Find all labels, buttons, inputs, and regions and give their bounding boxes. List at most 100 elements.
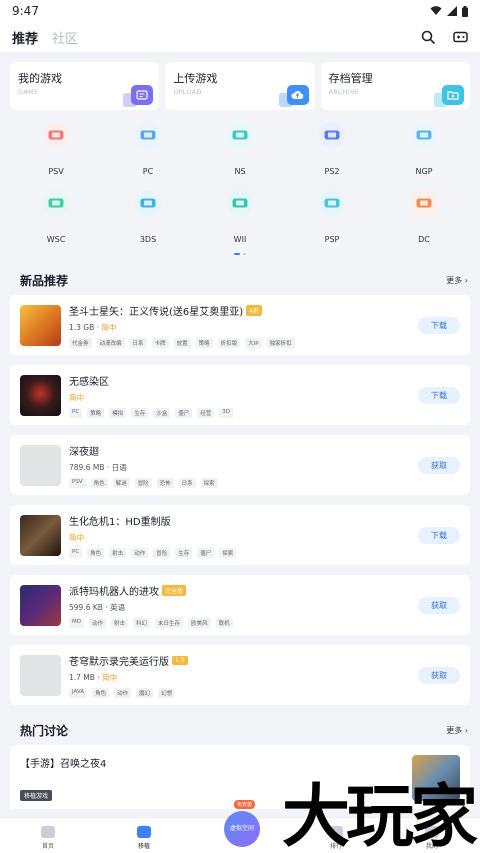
game-tag: 解谜 (112, 477, 130, 488)
archive-manage-card[interactable]: 存档管理 ARCHIVE (320, 62, 470, 110)
platform-ps2[interactable]: PS2 (286, 116, 378, 184)
download-button[interactable]: 下载 (418, 386, 460, 404)
console-icon (319, 122, 345, 148)
game-name-row: 无感染区 (69, 373, 418, 388)
game-language: 简中 (102, 672, 118, 682)
game-card[interactable]: 派特玛机器人的进攻 完全版 599.6 KB · 英语 MD 动作 射击 科幻 末日生存 欧美风… (10, 575, 470, 635)
game-info: 圣斗士星矢：正义传说(送6星艾奥里亚) 4折 1.3 GB · 简中 代金券 动漫改编日… (69, 303, 418, 348)
tab-recommend[interactable]: 推荐 (12, 28, 38, 47)
game-meta: 1.3 GB · 简中 (69, 322, 418, 333)
watermark: 大玩家 (281, 777, 478, 853)
game-tag: 幻想 (158, 687, 176, 698)
game-meta: 789.6 MB · 日语 (69, 462, 418, 473)
console-icon (135, 190, 161, 216)
game-tag: 冒险 (153, 547, 171, 558)
console-icon (411, 190, 437, 216)
game-tag: 动作 (131, 547, 149, 558)
game-info: 苍穹默示录完美运行版 1.0 1.7 MB · 简中 JAVA 角色 动作 魔幻 幻想 (69, 653, 418, 698)
game-tag: 日系 (129, 337, 147, 348)
tab-community[interactable]: 社区 (52, 28, 78, 47)
platform-label: NS (234, 167, 246, 176)
get-button[interactable]: 获取 (418, 596, 460, 614)
platform-psp[interactable]: PSP (286, 184, 378, 252)
signal-icon (447, 6, 457, 16)
platform-label: WSC (46, 235, 66, 244)
game-list: 圣斗士星矢：正义传说(送6星艾奥里亚) 4折 1.3 GB · 简中 代金券 动漫改编日… (10, 295, 470, 705)
game-meta: 1.7 MB · 简中 (69, 672, 418, 683)
gamepad-icon[interactable] (453, 31, 468, 43)
game-thumbnail (20, 374, 61, 416)
game-tag: MD (69, 617, 84, 628)
page-dot (243, 253, 246, 255)
game-card[interactable]: 无感染区 简中 PC 策略 模拟 生存 沙盒 僵尸 经营 3D 下载 (10, 365, 470, 425)
search-icon[interactable] (421, 30, 435, 44)
game-name-row: 派特玛机器人的进攻 完全版 (69, 583, 418, 598)
quick-actions: 我的游戏 GAME 上传游戏 UPLOAD 存档管理 ARCHIVE (10, 62, 470, 110)
game-tag: 联机 (215, 617, 233, 628)
game-info: 无感染区 简中 PC 策略 模拟 生存 沙盒 僵尸 经营 3D (69, 373, 418, 418)
platform-pc[interactable]: PC (102, 116, 194, 184)
game-name-row: 深夜廻 (69, 443, 418, 458)
game-tag: 角色 (92, 687, 110, 698)
upload-game-card[interactable]: 上传游戏 UPLOAD (165, 62, 315, 110)
game-card[interactable]: 深夜廻 789.6 MB · 日语 PSV 角色 解谜 冒险 恐怖 日系 探索 获取 (10, 435, 470, 495)
game-meta: 简中 (69, 532, 418, 543)
game-name: 苍穹默示录完美运行版 (69, 656, 169, 668)
platform-wsc[interactable]: WSC (10, 184, 102, 252)
console-icon (135, 122, 161, 148)
download-button[interactable]: 下载 (418, 316, 460, 334)
status-time: 9:47 (12, 4, 39, 18)
port-icon (137, 826, 151, 838)
game-badge: 4折 (246, 304, 262, 316)
game-card[interactable]: 圣斗士星矢：正义传说(送6星艾奥里亚) 4折 1.3 GB · 简中 代金券 动漫改编日… (10, 295, 470, 355)
main-content: 我的游戏 GAME 上传游戏 UPLOAD 存档管理 ARCHIVE PSV PC… (0, 52, 480, 809)
game-tag: 沙盒 (153, 407, 171, 418)
game-tag: 生存 (131, 407, 149, 418)
game-tags: PC 角色 射击 动作 冒险 生存 僵尸 探索 (69, 547, 418, 558)
new-games-header: 新品推荐 更多 › (10, 265, 470, 295)
quick-title: 上传游戏 (173, 72, 218, 85)
battery-icon (462, 5, 468, 17)
download-button[interactable]: 下载 (418, 526, 460, 544)
platform-dc[interactable]: DC (378, 184, 470, 252)
game-tag: 3D (219, 407, 233, 418)
game-tag: 生存 (175, 547, 193, 558)
game-size-lang: 599.6 KB · 英语 (69, 602, 126, 612)
platform-psv[interactable]: PSV (10, 116, 102, 184)
page-indicator (10, 253, 470, 261)
game-tag: 射击 (109, 547, 127, 558)
my-games-card[interactable]: 我的游戏 GAME (10, 62, 160, 110)
platform-ngp[interactable]: NGP (378, 116, 470, 184)
nav-port[interactable]: 移植 (114, 826, 174, 850)
game-tag: 折扣版 (217, 337, 241, 348)
game-tag: 僵尸 (197, 547, 215, 558)
game-meta: 599.6 KB · 英语 (69, 602, 418, 613)
game-badge: 1.0 (172, 655, 188, 665)
game-card[interactable]: 苍穹默示录完美运行版 1.0 1.7 MB · 简中 JAVA 角色 动作 魔幻 幻想 获取 (10, 645, 470, 705)
get-button[interactable]: 获取 (418, 456, 460, 474)
nav-home[interactable]: 首页 (18, 826, 78, 850)
platform-label: PS2 (324, 167, 340, 176)
console-icon (227, 122, 253, 148)
more-link[interactable]: 更多 › (446, 275, 468, 286)
platform-wii[interactable]: WII (194, 184, 286, 252)
virtual-space-button[interactable]: 虚拟空间 (224, 811, 260, 847)
platform-ns[interactable]: NS (194, 116, 286, 184)
platform-label: NGP (415, 167, 433, 176)
game-tag: 动作 (114, 687, 132, 698)
platform-3ds[interactable]: 3DS (102, 184, 194, 252)
game-tags: PC 策略 模拟 生存 沙盒 僵尸 经营 3D (69, 407, 418, 418)
quick-title: 我的游戏 (18, 72, 62, 85)
get-button[interactable]: 获取 (418, 666, 460, 684)
console-icon (411, 122, 437, 148)
game-tag: 冒险 (134, 477, 152, 488)
game-tag: 模拟 (109, 407, 127, 418)
game-tag: 大IP (245, 337, 262, 348)
platform-label: 3DS (139, 235, 157, 244)
game-name: 无感染区 (69, 376, 109, 388)
game-tag: 僵尸 (175, 407, 193, 418)
game-card[interactable]: 生化危机1：HD重制版 简中 PC 角色 射击 动作 冒险 生存 僵尸 探索 下载 (10, 505, 470, 565)
game-tag: 经营 (197, 407, 215, 418)
more-link[interactable]: 更多 › (446, 725, 468, 736)
game-name: 派特玛机器人的进攻 (69, 586, 159, 598)
